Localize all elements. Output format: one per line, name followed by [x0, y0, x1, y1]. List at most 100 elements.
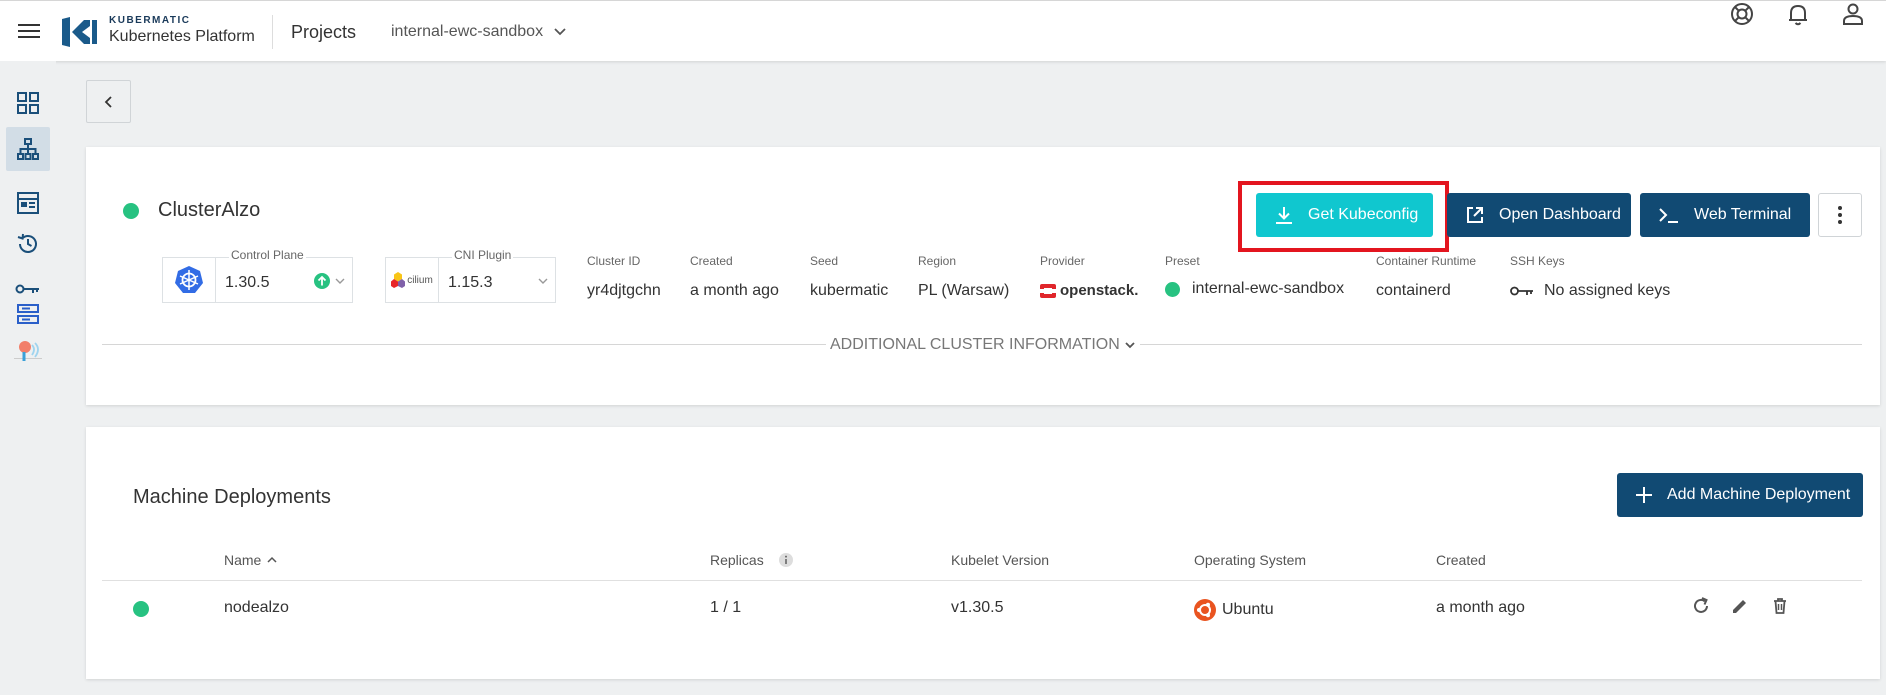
preset-status-dot: [1165, 281, 1180, 297]
cluster-id-label: Cluster ID: [587, 254, 641, 268]
sort-ascending-icon: [267, 556, 277, 563]
created-value: a month ago: [690, 282, 779, 299]
seed-value: kubermatic: [810, 282, 889, 299]
pencil-icon: [1733, 600, 1746, 613]
project-selector[interactable]: internal-ewc-sandbox: [391, 23, 567, 41]
web-terminal-button[interactable]: Web Terminal: [1640, 193, 1810, 237]
cluster-region: Region PL (Warsaw): [918, 254, 1009, 300]
backup-icon: [17, 304, 39, 324]
more-options-button[interactable]: [1818, 193, 1862, 237]
cni-plugin-version[interactable]: cilium CNI Plugin 1.15.3: [385, 248, 556, 303]
user-icon[interactable]: [1840, 1, 1866, 27]
chevron-down-icon: [554, 28, 566, 36]
cni-plugin-label: CNI Plugin: [452, 248, 514, 262]
preset-value: internal-ewc-sandbox: [1165, 280, 1344, 298]
brand[interactable]: KUBERMATIC Kubernetes Platform: [109, 15, 255, 46]
sidebar-item-templates[interactable]: [6, 181, 50, 225]
templates-icon: [17, 192, 39, 214]
additional-info-label: ADDITIONAL CLUSTER INFORMATION: [830, 336, 1120, 353]
refresh-icon: [1694, 597, 1708, 613]
cilium-icon: [391, 272, 406, 288]
chevron-left-icon: [104, 95, 112, 108]
cluster-preset: Preset internal-ewc-sandbox: [1165, 254, 1344, 298]
header-divider: [272, 15, 273, 49]
bell-icon[interactable]: [1785, 1, 1811, 27]
edit-button[interactable]: [1727, 593, 1753, 619]
column-header-kubelet-version[interactable]: Kubelet Version: [951, 552, 1049, 568]
row-operating-system: Ubuntu: [1194, 599, 1274, 621]
column-os-label: Operating System: [1194, 552, 1307, 568]
provider-value: openstack.: [1040, 282, 1138, 299]
row-replicas: 1 / 1: [710, 599, 742, 616]
cloud-icon: [19, 341, 39, 361]
sidebar-item-history[interactable]: [6, 222, 50, 266]
terminal-icon: [1659, 208, 1678, 223]
table-header-divider: [102, 580, 1862, 581]
open-dashboard-button[interactable]: Open Dashboard: [1447, 193, 1631, 237]
additional-info-toggle[interactable]: ADDITIONAL CLUSTER INFORMATION: [826, 336, 1140, 354]
machine-deployments-card: Machine Deployments Add Machine Deployme…: [86, 427, 1880, 679]
restart-button[interactable]: [1688, 593, 1714, 619]
plus-icon: [1636, 487, 1652, 503]
ssh-keys-text: No assigned keys: [1544, 282, 1671, 299]
add-machine-deployment-button[interactable]: Add Machine Deployment: [1617, 473, 1863, 517]
projects-link[interactable]: Projects: [291, 22, 356, 43]
open-dashboard-label: Open Dashboard: [1499, 206, 1621, 223]
sidebar-item-dashboard[interactable]: [6, 81, 50, 125]
menu-icon[interactable]: [18, 20, 40, 42]
column-kubelet-label: Kubelet Version: [951, 552, 1050, 568]
cluster-status-dot: [123, 203, 139, 219]
container-runtime-value: containerd: [1376, 282, 1451, 299]
row-name: nodealzo: [224, 599, 289, 616]
trash-icon: [1774, 598, 1786, 614]
cluster-card: ClusterAlzo Get Kubeconfig Open Dashboar…: [86, 147, 1880, 405]
sidebar: [0, 61, 56, 695]
back-button[interactable]: [86, 80, 131, 123]
control-plane-label: Control Plane: [229, 248, 306, 262]
machine-deployments-title: Machine Deployments: [133, 486, 331, 508]
row-os-name: Ubuntu: [1222, 601, 1274, 618]
column-header-operating-system[interactable]: Operating System: [1194, 552, 1306, 568]
sidebar-item-clusters[interactable]: [6, 127, 50, 171]
seed-label: Seed: [810, 254, 839, 268]
openstack-icon: [1040, 283, 1056, 298]
upgrade-available-icon[interactable]: [313, 272, 331, 290]
cluster-id-value: yr4djtgchn: [587, 282, 661, 299]
column-created-label: Created: [1436, 552, 1486, 568]
row-created: a month ago: [1436, 599, 1525, 616]
container-runtime: Container Runtime containerd: [1376, 254, 1476, 300]
help-icon[interactable]: [1729, 1, 1755, 27]
ssh-keys-value: No assigned keys: [1510, 282, 1670, 300]
delete-button[interactable]: [1767, 593, 1793, 619]
control-plane-value: 1.30.5: [225, 274, 270, 291]
clusters-icon: [17, 138, 39, 160]
row-kubelet-version: v1.30.5: [951, 599, 1004, 616]
cluster-id: Cluster ID yr4djtgchn: [587, 254, 661, 300]
region-label: Region: [918, 254, 957, 268]
brand-subtitle: Kubernetes Platform: [109, 28, 255, 45]
sidebar-item-cloud[interactable]: [6, 329, 50, 373]
column-header-replicas[interactable]: Replicas: [710, 552, 794, 568]
history-icon: [17, 233, 37, 253]
info-icon[interactable]: [778, 552, 794, 568]
kubermatic-logo[interactable]: [60, 17, 98, 47]
column-header-name[interactable]: Name: [224, 552, 277, 568]
cluster-seed: Seed kubermatic: [810, 254, 888, 300]
column-header-created[interactable]: Created: [1436, 552, 1486, 568]
provider-name: openstack.: [1060, 282, 1139, 299]
created-label: Created: [690, 254, 733, 268]
chevron-down-icon: [1125, 342, 1135, 349]
brand-name: KUBERMATIC: [109, 15, 191, 26]
control-plane-version[interactable]: Control Plane 1.30.5: [162, 248, 353, 303]
row-status-dot: [133, 601, 149, 617]
column-name-label: Name: [224, 552, 262, 568]
highlight-box: [1238, 181, 1449, 252]
container-runtime-label: Container Runtime: [1376, 254, 1477, 268]
kubernetes-icon: [175, 266, 203, 293]
column-replicas-label: Replicas: [710, 552, 764, 568]
dashboard-icon: [17, 92, 39, 114]
chevron-down-icon: [335, 278, 345, 284]
external-link-icon: [1467, 207, 1483, 223]
web-terminal-label: Web Terminal: [1694, 206, 1792, 223]
ubuntu-icon: [1194, 599, 1216, 621]
